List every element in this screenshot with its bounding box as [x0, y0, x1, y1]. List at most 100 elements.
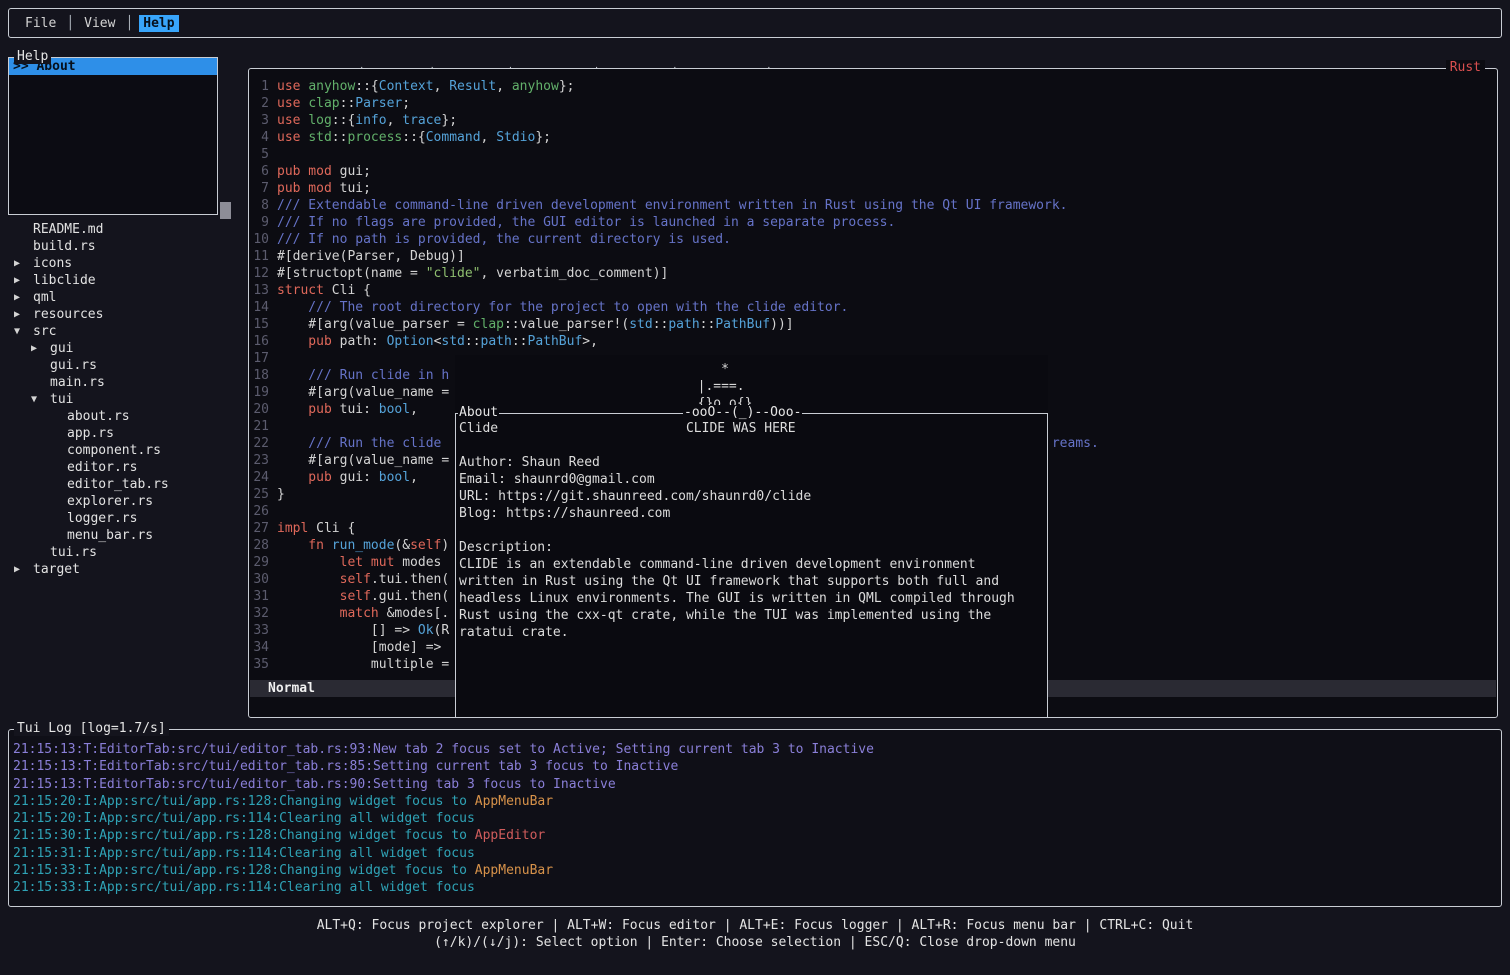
code-text: /// Run clide in h	[269, 367, 449, 384]
code-text	[269, 503, 277, 520]
line-number: 29	[249, 554, 269, 571]
line-number: 35	[249, 656, 269, 673]
tree-item-build-rs[interactable]: build.rs	[8, 238, 248, 255]
editor-tab-bar[interactable]: build.rs │ gui.rs │ main.rs │ about.rs │…	[256, 50, 859, 67]
tree-item-target[interactable]: ▶target	[8, 561, 248, 578]
code-text: /// Extendable command-line driven devel…	[269, 197, 1068, 214]
line-number: 26	[249, 503, 269, 520]
line-number: 31	[249, 588, 269, 605]
chevron-right-icon: ▶	[14, 255, 33, 272]
tree-item-main-rs[interactable]: main.rs	[8, 374, 248, 391]
code-line: 10/// If no path is provided, the curren…	[249, 231, 1497, 248]
tree-item-resources[interactable]: ▶resources	[8, 306, 248, 323]
menu-item-view[interactable]: View	[80, 15, 119, 32]
tree-item-label: menu_bar.rs	[67, 527, 153, 544]
tree-item-gui[interactable]: ▶gui	[8, 340, 248, 357]
tree-item-component-rs[interactable]: component.rs	[8, 442, 248, 459]
code-text: #[structopt(name = "clide", verbatim_doc…	[269, 265, 668, 282]
code-line: 4use std::process::{Command, Stdio};	[249, 129, 1497, 146]
log-line: 21:15:33:I:App:src/tui/app.rs:114:Cleari…	[13, 879, 1501, 896]
log-line: 21:15:20:I:App:src/tui/app.rs:114:Cleari…	[13, 810, 1501, 827]
code-line: 13struct Cli {	[249, 282, 1497, 299]
tree-item-label: src	[33, 323, 56, 340]
code-text: #[arg(value_name =	[269, 384, 457, 401]
menu-items: File │ View │ Help	[21, 15, 179, 32]
line-number: 30	[249, 571, 269, 588]
line-number: 9	[249, 214, 269, 231]
code-text: use std::process::{Command, Stdio};	[269, 129, 551, 146]
tree-item-editor_tab-rs[interactable]: editor_tab.rs	[8, 476, 248, 493]
code-text: pub tui: bool,	[269, 401, 418, 418]
code-line: 6pub mod gui;	[249, 163, 1497, 180]
help-dropdown-title: Help	[14, 49, 51, 64]
code-text: }	[269, 486, 285, 503]
line-number: 25	[249, 486, 269, 503]
chevron-right-icon: ▶	[14, 272, 33, 289]
code-line: 8/// Extendable command-line driven deve…	[249, 197, 1497, 214]
code-text: /// If no path is provided, the current …	[269, 231, 731, 248]
code-text: fn run_mode(&self)	[269, 537, 449, 554]
tree-item-logger-rs[interactable]: logger.rs	[8, 510, 248, 527]
tree-item-label: resources	[33, 306, 103, 323]
tree-item-libclide[interactable]: ▶libclide	[8, 272, 248, 289]
popup-text-line: Blog: https://shaunreed.com	[459, 505, 1047, 522]
tree-indent	[48, 510, 67, 527]
line-number: 19	[249, 384, 269, 401]
code-text: use log::{info, trace};	[269, 112, 457, 129]
code-text: match &modes[.	[269, 605, 449, 622]
ascii-owl-feet: -ooO--(_)--Ooo-	[683, 405, 802, 420]
tree-item-gui-rs[interactable]: gui.rs	[8, 357, 248, 374]
tree-item-tui-rs[interactable]: tui.rs	[8, 544, 248, 561]
code-text: pub path: Option<std::path::PathBuf>,	[269, 333, 598, 350]
project-explorer[interactable]: README.mdbuild.rs▶icons▶libclide▶qml▶res…	[8, 221, 248, 578]
tree-item-icons[interactable]: ▶icons	[8, 255, 248, 272]
tree-item-menu_bar-rs[interactable]: menu_bar.rs	[8, 527, 248, 544]
tree-item-label: qml	[33, 289, 56, 306]
menu-item-file[interactable]: File	[21, 15, 60, 32]
log-panel[interactable]: Tui Log [log=1.7/s] 21:15:13:T:EditorTab…	[8, 729, 1502, 907]
line-number: 28	[249, 537, 269, 554]
help-menu-dropdown[interactable]: Help >> About	[8, 57, 218, 215]
tree-item-about-rs[interactable]: about.rs	[8, 408, 248, 425]
tree-item-label: gui	[50, 340, 73, 357]
tree-item-label: app.rs	[67, 425, 114, 442]
tree-item-qml[interactable]: ▶qml	[8, 289, 248, 306]
app-window: File│View│Help Help >> About README.mdbu…	[0, 0, 1510, 975]
line-number: 8	[249, 197, 269, 214]
log-line: 21:15:13:T:EditorTab:src/tui/editor_tab.…	[13, 758, 1501, 775]
tree-item-label: README.md	[33, 221, 103, 238]
line-number: 20	[249, 401, 269, 418]
code-text: /// If no flags are provided, the GUI ed…	[269, 214, 895, 231]
code-text: pub gui: bool,	[269, 469, 418, 486]
scrollbar-thumb[interactable]	[220, 202, 231, 219]
code-text	[269, 418, 277, 435]
chevron-right-icon: ▶	[14, 289, 33, 306]
tree-item-label: logger.rs	[67, 510, 137, 527]
line-number: 4	[249, 129, 269, 146]
tree-item-README-md[interactable]: README.md	[8, 221, 248, 238]
menu-item-help[interactable]: Help	[139, 15, 178, 32]
tree-item-tui[interactable]: ▼tui	[8, 391, 248, 408]
tree-item-src[interactable]: ▼src	[8, 323, 248, 340]
popup-text-line: ratatui crate.	[459, 624, 1047, 641]
menu-bar[interactable]: File │ View │ Help	[8, 8, 1502, 38]
code-line: 2use clap::Parser;	[249, 95, 1497, 112]
popup-text-line: Email: shaunrd0@gmail.com	[459, 471, 1047, 488]
menu-separator: │	[66, 16, 74, 31]
line-number: 13	[249, 282, 269, 299]
tree-indent	[48, 408, 67, 425]
line-number: 27	[249, 520, 269, 537]
tree-item-app-rs[interactable]: app.rs	[8, 425, 248, 442]
tree-indent	[48, 493, 67, 510]
line-number: 14	[249, 299, 269, 316]
tree-indent	[31, 357, 50, 374]
tree-item-explorer-rs[interactable]: explorer.rs	[8, 493, 248, 510]
code-text: pub mod gui;	[269, 163, 371, 180]
tree-item-editor-rs[interactable]: editor.rs	[8, 459, 248, 476]
popup-text-line	[459, 522, 1047, 539]
menu-separator: │	[125, 16, 133, 31]
language-badge: Rust	[1446, 60, 1485, 75]
tree-indent	[14, 221, 33, 238]
about-dialog: * |.===. {}o o{} About -ooO--(_)--Ooo- C…	[455, 355, 1048, 718]
line-number: 32	[249, 605, 269, 622]
